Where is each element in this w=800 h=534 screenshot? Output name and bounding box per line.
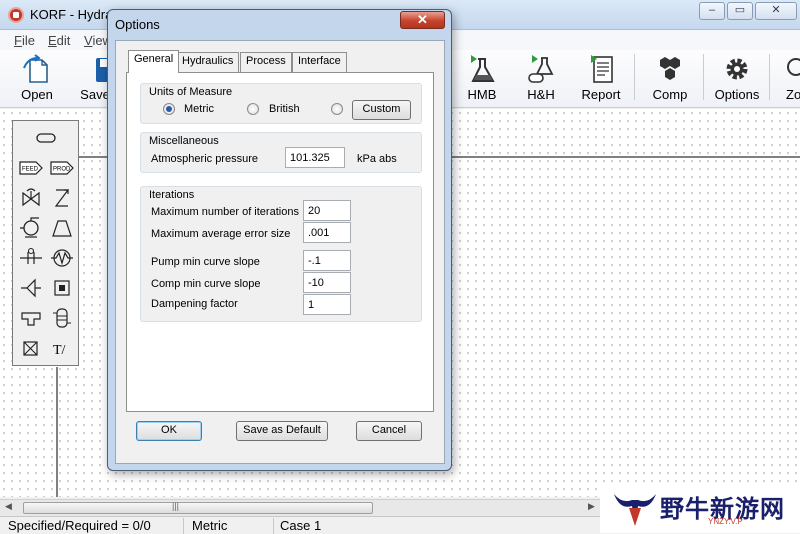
nozzle-icon[interactable] [17, 275, 45, 301]
hmb-button[interactable]: HMB [451, 52, 513, 104]
product-icon[interactable]: PROD [48, 155, 76, 181]
units-group-title: Units of Measure [149, 86, 233, 98]
window-close-button[interactable]: ✕ [755, 2, 797, 20]
horizontal-scrollbar[interactable]: ◀ ||| ▶ [0, 499, 600, 516]
hmb-label: HMB [467, 87, 497, 102]
svg-text:T/: T/ [53, 343, 66, 358]
iterations-group: Iterations Maximum number of iterations … [140, 186, 422, 322]
components-icon [660, 57, 680, 80]
misc-group: Miscellaneous Atmospheric pressure kPa a… [140, 132, 422, 173]
misc-group-title: Miscellaneous [149, 135, 219, 147]
window-title: KORF - Hydra [30, 7, 113, 22]
watermark-sub: YNZY.V.P [708, 517, 743, 526]
report-icon [591, 55, 613, 83]
radio-custom[interactable] [331, 103, 343, 115]
zoom-label: Zo [786, 87, 800, 102]
control-valve-icon[interactable] [48, 185, 76, 211]
comp-slope-label: Comp min curve slope [151, 278, 261, 290]
text-tool-icon[interactable]: T/ [48, 335, 76, 361]
atm-pressure-label: Atmospheric pressure [151, 153, 258, 165]
status-specified: Specified/Required = 0/0 [0, 518, 184, 534]
tab-interface[interactable]: Interface [292, 52, 347, 72]
pump-slope-label: Pump min curve slope [151, 256, 260, 268]
general-tab-panel: Units of Measure Metric British Custom M… [126, 72, 434, 412]
component-palette: FEED PROD T/ [12, 120, 79, 366]
compressor-icon[interactable] [48, 215, 76, 241]
options-dialog: Options ✕ General Hydraulics Process Int… [107, 9, 452, 471]
tab-process[interactable]: Process [240, 52, 292, 72]
pump-icon[interactable] [17, 215, 45, 241]
status-units: Metric [184, 518, 274, 534]
toolbar-separator [703, 54, 704, 100]
tab-general[interactable]: General [128, 50, 180, 73]
tab-hydraulics[interactable]: Hydraulics [176, 52, 240, 72]
max-error-label: Maximum average error size [151, 228, 291, 240]
zoom-icon [787, 58, 800, 76]
open-file-icon [23, 54, 48, 83]
comp-slope-input[interactable] [303, 272, 351, 293]
atm-pressure-unit: kPa abs [357, 153, 397, 165]
dialog-title: Options [115, 17, 160, 32]
options-button[interactable]: Options [706, 52, 768, 104]
pump-slope-input[interactable] [303, 250, 351, 271]
dialog-close-button[interactable]: ✕ [400, 11, 445, 29]
toolbar-separator [769, 54, 770, 100]
radio-british-label: British [269, 103, 300, 115]
open-label: Open [21, 87, 53, 102]
app-logo-icon [8, 7, 24, 23]
vessel-icon[interactable] [48, 305, 76, 331]
max-iterations-label: Maximum number of iterations [151, 206, 299, 218]
report-label: Report [581, 87, 621, 102]
comp-button[interactable]: Comp [639, 52, 701, 104]
open-button[interactable]: Open [6, 52, 68, 104]
tee-icon[interactable] [17, 305, 45, 331]
radio-british[interactable] [247, 103, 259, 115]
gear-icon [726, 58, 748, 80]
flask-play-icon [471, 55, 495, 82]
status-case: Case 1 [280, 518, 322, 533]
svg-text:PROD: PROD [53, 167, 71, 173]
max-iterations-input[interactable] [303, 200, 351, 221]
options-label: Options [714, 87, 760, 102]
scroll-left-icon[interactable]: ◀ [5, 501, 12, 512]
max-error-input[interactable] [303, 222, 351, 243]
scrollbar-thumb[interactable]: ||| [23, 501, 373, 514]
pipe-play-icon [528, 55, 554, 83]
menu-file[interactable]: File [14, 33, 35, 48]
hh-label: H&H [527, 87, 555, 102]
save-as-default-button[interactable]: Save as Default [236, 421, 328, 441]
ok-button[interactable]: OK [136, 421, 202, 441]
atm-pressure-input[interactable] [285, 147, 345, 168]
orifice-icon[interactable] [17, 245, 45, 271]
restore-button[interactable]: ▭ [727, 2, 753, 20]
dampening-input[interactable] [303, 294, 351, 315]
comp-label: Comp [652, 87, 688, 102]
cancel-button[interactable]: Cancel [356, 421, 422, 441]
grip-icon: ||| [172, 501, 180, 511]
svg-text:FEED: FEED [22, 167, 39, 173]
scroll-right-icon[interactable]: ▶ [588, 501, 595, 512]
radio-metric[interactable] [163, 103, 175, 115]
toolbar-separator [634, 54, 635, 100]
iterations-group-title: Iterations [149, 189, 195, 201]
hh-button[interactable]: H&H [510, 52, 572, 104]
equipment-icon[interactable] [48, 275, 76, 301]
radio-metric-label: Metric [184, 103, 214, 115]
custom-button[interactable]: Custom [352, 100, 411, 120]
pipe-icon[interactable] [32, 125, 60, 151]
minimize-button[interactable]: – [699, 2, 725, 20]
zoom-button[interactable]: Zo [772, 52, 800, 104]
feed-icon[interactable]: FEED [17, 155, 45, 181]
menu-edit[interactable]: Edit [48, 33, 70, 48]
heat-exchanger-icon[interactable] [48, 245, 76, 271]
dialog-body: General Hydraulics Process Interface Uni… [115, 40, 445, 464]
misc-icon[interactable] [17, 335, 45, 361]
watermark: 野牛新游网 YNZY.V.P [600, 486, 800, 533]
bull-logo-icon [614, 494, 656, 526]
dampening-label: Dampening factor [151, 298, 238, 310]
units-group: Units of Measure Metric British Custom [140, 83, 422, 124]
report-button[interactable]: Report [570, 52, 632, 104]
valve-icon[interactable] [17, 185, 45, 211]
